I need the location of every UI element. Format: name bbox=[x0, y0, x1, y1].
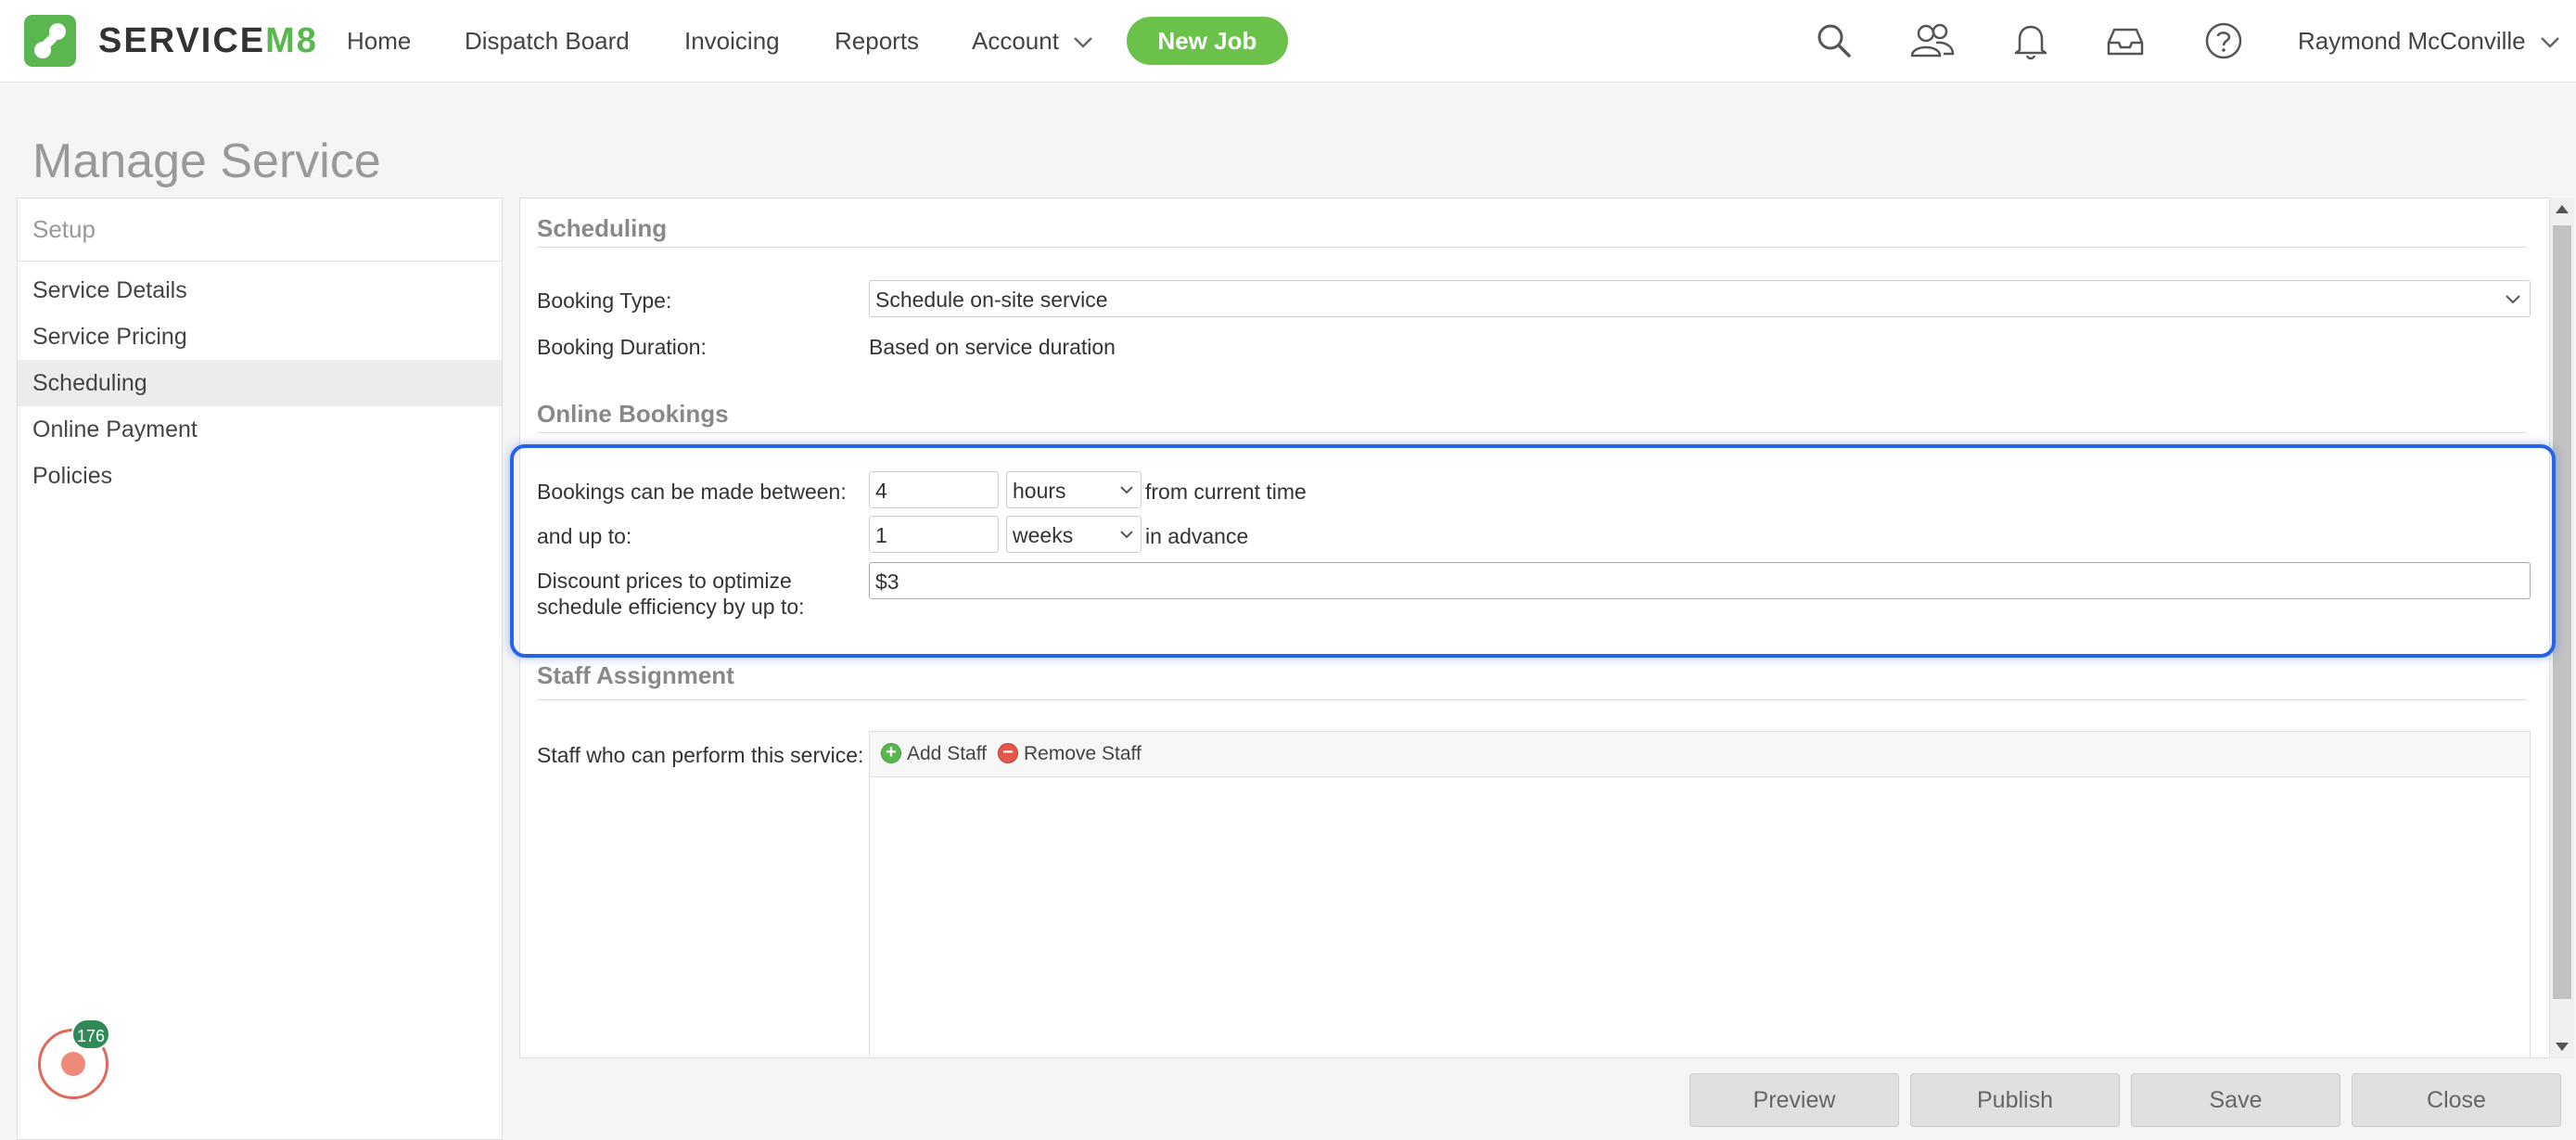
close-button[interactable]: Close bbox=[2352, 1073, 2561, 1127]
booking-duration-value: Based on service duration bbox=[869, 335, 1116, 359]
scroll-up-arrow-icon[interactable] bbox=[2556, 205, 2569, 213]
discount-label-line1: Discount prices to optimize bbox=[537, 569, 792, 593]
bell-icon[interactable] bbox=[2009, 19, 2053, 63]
preview-button[interactable]: Preview bbox=[1690, 1073, 1899, 1127]
add-staff-label: Add Staff bbox=[907, 743, 988, 764]
chevron-down-icon bbox=[1074, 37, 1093, 48]
section-divider bbox=[537, 432, 2527, 433]
bookings-upto-value: 1 bbox=[875, 523, 887, 547]
bookings-upto-input[interactable]: 1 bbox=[869, 516, 999, 553]
nav-invoicing[interactable]: Invoicing bbox=[684, 22, 780, 59]
booking-type-select[interactable]: Schedule on-site service bbox=[869, 280, 2531, 317]
sidebar-item-service-pricing[interactable]: Service Pricing bbox=[18, 314, 502, 360]
nav-account-label: Account bbox=[972, 27, 1059, 55]
nav-dispatch-board[interactable]: Dispatch Board bbox=[465, 22, 630, 59]
section-title-online-bookings: Online Bookings bbox=[537, 400, 729, 428]
staff-list: + Add Staff − Remove Staff bbox=[869, 731, 2531, 1057]
bookings-between-label: Bookings can be made between: bbox=[537, 480, 847, 504]
scrollbar-thumb[interactable] bbox=[2553, 225, 2571, 999]
booking-type-value: Schedule on-site service bbox=[875, 288, 1108, 312]
chevron-down-icon bbox=[2496, 281, 2530, 316]
section-divider bbox=[537, 247, 2527, 248]
discount-label-line2: schedule efficiency by up to: bbox=[537, 595, 805, 619]
record-dot-icon bbox=[61, 1052, 85, 1076]
bookings-upto-unit-select[interactable]: weeks bbox=[1006, 516, 1141, 553]
user-name: Raymond McConville bbox=[2298, 27, 2526, 55]
nav-account[interactable]: Account bbox=[972, 22, 1093, 59]
new-job-button[interactable]: New Job bbox=[1127, 17, 1288, 65]
bookings-between-input[interactable]: 4 bbox=[869, 471, 999, 508]
sidebar-item-scheduling[interactable]: Scheduling bbox=[18, 360, 502, 406]
bookings-upto-label: and up to: bbox=[537, 524, 632, 548]
chevron-down-icon bbox=[1113, 472, 1141, 507]
staff-toolbar: + Add Staff − Remove Staff bbox=[870, 732, 2530, 777]
sidebar-item-online-payment[interactable]: Online Payment bbox=[18, 406, 502, 453]
nav-reports[interactable]: Reports bbox=[835, 22, 919, 59]
servicem8-logo-text: SERVICEM8 bbox=[98, 21, 318, 60]
booking-duration-label: Booking Duration: bbox=[537, 335, 707, 359]
scroll-down-arrow-icon[interactable] bbox=[2556, 1043, 2569, 1051]
scheduling-panel: Scheduling Booking Type: Schedule on-sit… bbox=[519, 198, 2550, 1058]
staff-label: Staff who can perform this service: bbox=[537, 743, 864, 767]
plus-circle-icon: + bbox=[881, 743, 901, 763]
bookings-between-unit: hours bbox=[1013, 479, 1066, 503]
save-button[interactable]: Save bbox=[2131, 1073, 2340, 1127]
booking-type-label: Booking Type: bbox=[537, 288, 672, 313]
panel-scrollbar[interactable] bbox=[2550, 198, 2574, 1058]
remove-staff-button[interactable]: − Remove Staff bbox=[998, 741, 1141, 767]
notification-count-badge: 176 bbox=[71, 1018, 111, 1050]
nav-home[interactable]: Home bbox=[347, 22, 411, 59]
sidebar-header: Setup bbox=[18, 199, 502, 262]
user-menu[interactable]: Raymond McConville bbox=[2298, 22, 2560, 59]
chevron-down-icon bbox=[2541, 37, 2559, 48]
section-divider bbox=[537, 699, 2527, 700]
servicem8-logo-icon[interactable] bbox=[24, 15, 76, 67]
bookings-upto-suffix: in advance bbox=[1145, 524, 1249, 548]
bookings-upto-unit: weeks bbox=[1013, 523, 1074, 547]
bookings-between-unit-select[interactable]: hours bbox=[1006, 471, 1141, 508]
sidebar-item-policies[interactable]: Policies bbox=[18, 453, 502, 499]
sidebar-item-service-details[interactable]: Service Details bbox=[18, 267, 502, 314]
inbox-icon[interactable] bbox=[2103, 19, 2148, 63]
chevron-down-icon bbox=[1113, 517, 1141, 552]
section-title-staff-assignment: Staff Assignment bbox=[537, 661, 734, 689]
search-icon[interactable] bbox=[1812, 19, 1856, 63]
bookings-between-suffix: from current time bbox=[1145, 480, 1307, 504]
page-title: Manage Service bbox=[32, 134, 381, 188]
people-icon[interactable] bbox=[1908, 19, 1955, 63]
discount-value: $3 bbox=[875, 570, 899, 594]
add-staff-button[interactable]: + Add Staff bbox=[881, 741, 987, 767]
remove-staff-label: Remove Staff bbox=[1024, 743, 1141, 764]
discount-input[interactable]: $3 bbox=[869, 562, 2531, 599]
minus-circle-icon: − bbox=[998, 743, 1018, 763]
setup-sidebar: Setup Service Details Service Pricing Sc… bbox=[17, 198, 503, 1140]
bookings-between-value: 4 bbox=[875, 479, 887, 503]
top-navigation-bar: SERVICEM8 Home Dispatch Board Invoicing … bbox=[0, 0, 2576, 83]
publish-button[interactable]: Publish bbox=[1910, 1073, 2120, 1127]
section-title-scheduling: Scheduling bbox=[537, 214, 668, 242]
help-icon[interactable] bbox=[2201, 19, 2246, 63]
